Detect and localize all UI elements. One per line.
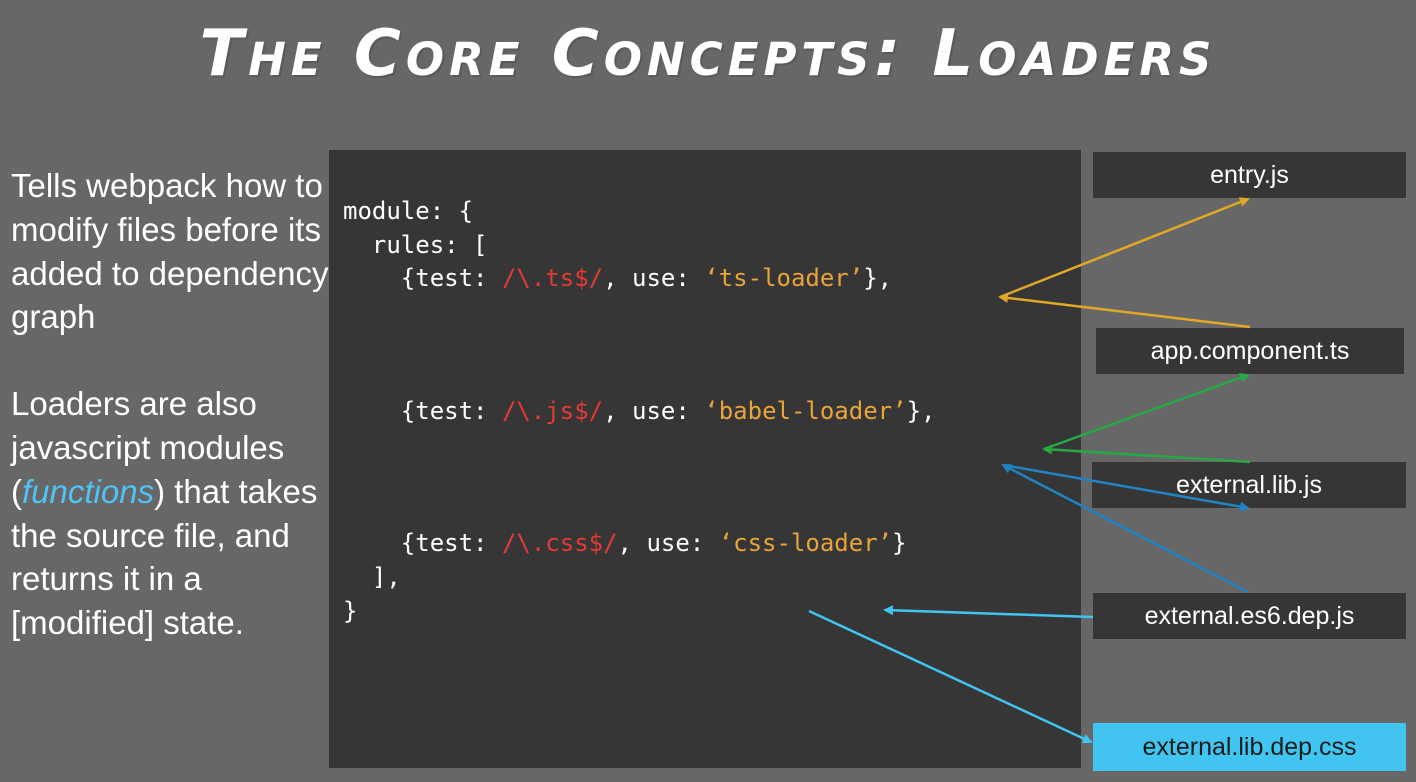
arrow-external-lib-to-babel-loader <box>1042 444 1251 464</box>
arrow-babel-loader-to-app-component <box>1043 373 1250 451</box>
arrows-layer <box>808 197 1251 744</box>
arrow-es6-dep-to-css-area <box>883 605 1094 619</box>
arrow-babel-loader-to-external-lib <box>1002 463 1250 512</box>
arrow-es6-dep-to-babel-loader <box>1001 463 1249 594</box>
arrow-ts-loader-to-entry <box>999 197 1250 299</box>
arrow-app-component-to-ts-loader <box>998 292 1251 329</box>
arrow-css-loader-to-lib-dep-css <box>808 609 1093 744</box>
